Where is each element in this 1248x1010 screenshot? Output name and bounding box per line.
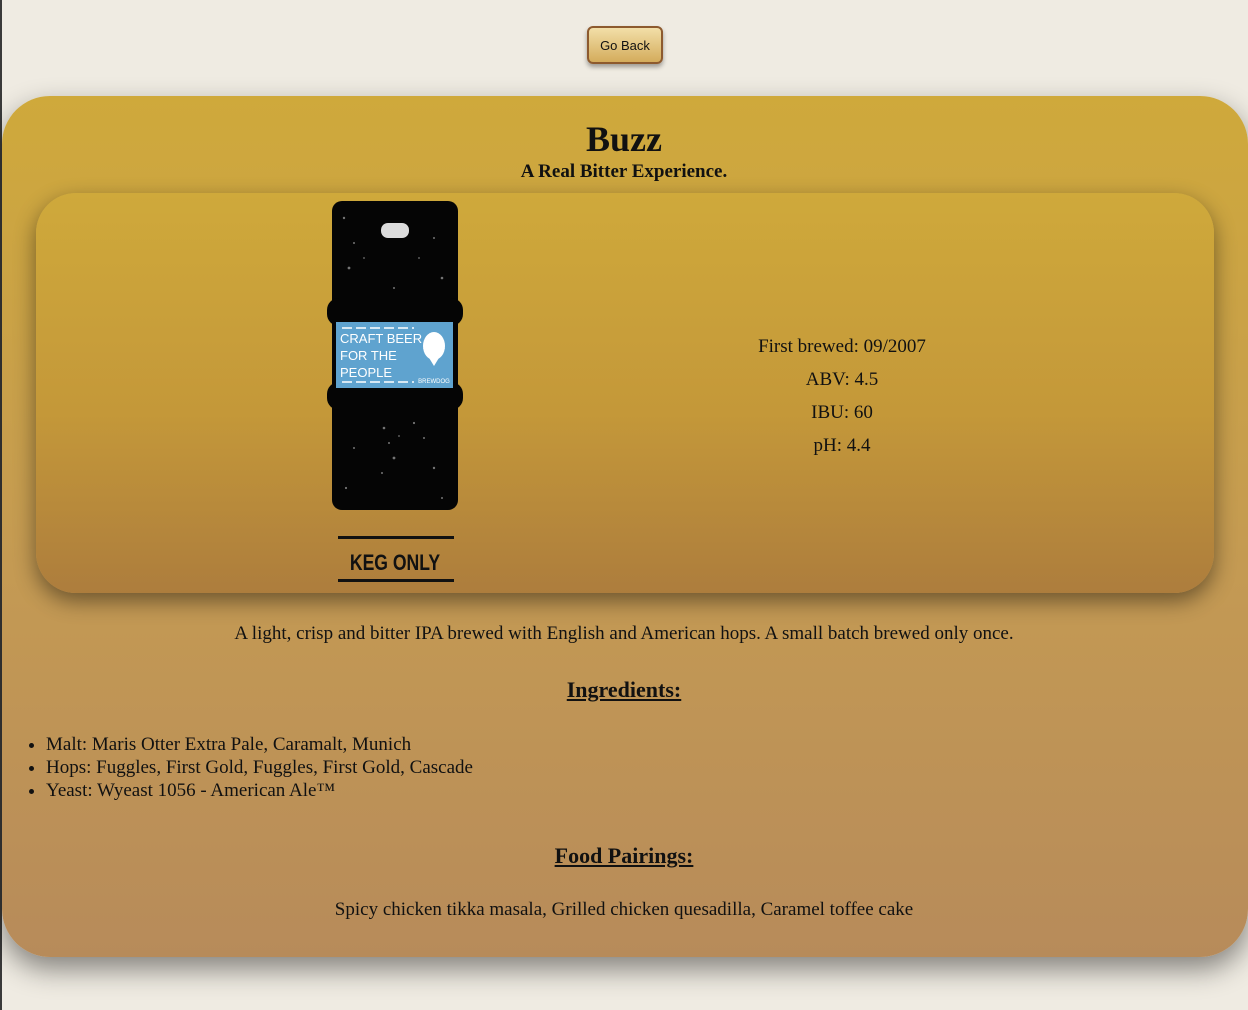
food-pairings-heading: Food Pairings: <box>554 843 694 868</box>
ph-value: pH: 4.4 <box>813 435 871 456</box>
go-back-button[interactable]: Go Back <box>587 26 663 64</box>
ingredient-item-malt: Malt: Maris Otter Extra Pale, Caramalt, … <box>46 733 473 756</box>
beer-name: Buzz <box>586 119 662 159</box>
first-brewed: First brewed: 09/2007 <box>758 336 926 357</box>
keg-label-line-3: PEOPLE <box>340 365 392 380</box>
ingredients-heading: Ingredients: <box>566 677 682 702</box>
keg-ridge-top <box>327 298 463 326</box>
beer-info-panel <box>36 193 1214 593</box>
beer-tagline: A Real Bitter Experience. <box>520 161 728 182</box>
beer-description: A light, crisp and bitter IPA brewed wit… <box>234 623 1014 644</box>
beer-keg-image: CRAFT BEER FOR THE PEOPLE BREWDOG KEG ON… <box>327 201 463 582</box>
ingredient-item-hops: Hops: Fuggles, First Gold, Fuggles, Firs… <box>46 756 473 779</box>
abv-value: ABV: 4.5 <box>805 369 879 390</box>
keg-only-text: KEG ONLY <box>350 551 440 575</box>
keg-label-brand: BREWDOG <box>418 379 450 385</box>
keg-valve <box>381 223 409 238</box>
ingredient-item-yeast: Yeast: Wyeast 1056 - American Ale™ <box>46 779 473 802</box>
food-pairings-text: Spicy chicken tikka masala, Grilled chic… <box>334 899 914 920</box>
ibu-value: IBU: 60 <box>811 402 873 423</box>
beer-stats: First brewed: 09/2007 ABV: 4.5 IBU: 60 p… <box>700 330 984 462</box>
ingredients-list: Malt: Maris Otter Extra Pale, Caramalt, … <box>26 733 473 802</box>
keg-label-line-2: FOR THE <box>340 348 397 363</box>
keg-label-line-1: CRAFT BEER <box>340 331 422 346</box>
